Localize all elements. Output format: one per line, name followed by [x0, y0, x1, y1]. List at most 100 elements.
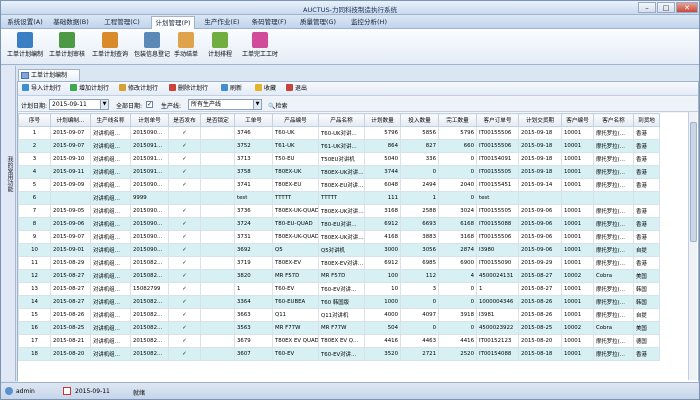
- column-header[interactable]: 计划数量: [364, 113, 401, 127]
- table-row[interactable]: 12 2015-08-27 对讲机组… 2015082… ✓ 3820 MR F57D MR …: [18, 269, 660, 283]
- column-header[interactable]: 生产线名称: [90, 113, 131, 127]
- table-row[interactable]: 5 2015-09-09 对讲机组… 2015090… ✓ 3741 T80EX-EU T80…: [18, 178, 660, 192]
- ribbon-button-0[interactable]: 工单计划编制: [4, 30, 46, 64]
- column-header[interactable]: 客户订单号: [476, 113, 519, 127]
- toolbar-button-2[interactable]: 修改计划行: [119, 84, 158, 94]
- toolbar-button-3[interactable]: 删除计划行: [169, 84, 208, 94]
- table-row[interactable]: 3 2015-09-10 对讲机组… 2015091… ✓ 3713 T50-EU T50EU…: [18, 152, 660, 166]
- column-header[interactable]: 产品编号: [272, 113, 319, 127]
- maximize-button[interactable]: □: [657, 2, 675, 13]
- menu-item-1[interactable]: 基础数据(B): [48, 17, 94, 28]
- table-row[interactable]: 9 2015-09-07 对讲机组… 2015090… ✓ 3731 T80EX-UK-QU…: [18, 230, 660, 244]
- table-cell: IT00155451: [476, 178, 519, 192]
- tab-plan-edit[interactable]: 工单计划编制: [18, 69, 80, 81]
- column-header[interactable]: 计划编制…: [50, 113, 91, 127]
- toolbar-button-5[interactable]: 收藏: [255, 84, 276, 94]
- close-button[interactable]: ✕: [676, 2, 698, 13]
- table-row[interactable]: 2 2015-09-07 对讲机组… 2015091… ✓ 3752 T61-UK T61-U…: [18, 139, 660, 153]
- table-cell: 对讲机组…: [90, 269, 131, 283]
- column-header[interactable]: 到货地: [633, 113, 660, 127]
- ribbon-button-5[interactable]: 计划排程: [201, 30, 239, 64]
- table-cell: [200, 139, 235, 153]
- table-cell: 2: [18, 139, 51, 153]
- dropdown-arrow-icon[interactable]: ▼: [253, 100, 261, 109]
- table-cell: 2015-09-01: [50, 243, 91, 257]
- menu-item-7[interactable]: 监控分析(H): [345, 17, 393, 28]
- table-cell: 5040: [364, 152, 401, 166]
- table-row[interactable]: 8 2015-09-06 对讲机组… 2015090… ✓ 3724 T80-EU-QUAD…: [18, 217, 660, 231]
- column-header[interactable]: 序号: [18, 113, 51, 127]
- column-header[interactable]: 完工数量: [438, 113, 477, 127]
- minimize-button[interactable]: –: [638, 2, 656, 13]
- table-cell: IT00154091: [476, 152, 519, 166]
- table-row[interactable]: 1 2015-09-07 对讲机组… 2015090… ✓ 3746 T60-UK T60-U…: [18, 126, 660, 140]
- table-cell: test: [234, 191, 273, 205]
- column-header[interactable]: 计划交货期: [518, 113, 562, 127]
- table-cell: [200, 347, 235, 361]
- table-cell: ✓: [168, 178, 201, 192]
- scroll-thumb[interactable]: [690, 122, 697, 242]
- table-cell: 2015-09-09: [50, 178, 91, 192]
- table-cell: 香港: [633, 347, 660, 361]
- ribbon-button-4[interactable]: 手动结单: [171, 30, 201, 64]
- ribbon-button-1[interactable]: 工单计划审核: [46, 30, 88, 64]
- toolbar-button-4[interactable]: 刷新: [221, 84, 242, 94]
- ribbon-button-2[interactable]: 工单计划查询: [89, 30, 131, 64]
- plan-grid[interactable]: 序号 计划编制… 生产线名称 计划单号 是否发布 是否锁定 工单号 产品编号 产品名称 计划数量投…: [18, 113, 698, 382]
- favorites-panel[interactable]: 我的常用功能: [1, 66, 16, 381]
- table-row[interactable]: 6 对讲机组… 9999 test TTTTT TTTTT 111 1 0 test: [18, 191, 660, 205]
- line-select[interactable]: 所有生产线 ▼: [188, 99, 262, 110]
- toolbar-button-1[interactable]: 增加计划行: [70, 84, 109, 94]
- column-header[interactable]: 产品名称: [318, 113, 365, 127]
- menu-item-3[interactable]: 计划管理(P): [151, 16, 195, 29]
- vertical-scrollbar[interactable]: [688, 112, 697, 380]
- column-header[interactable]: 客户编号: [561, 113, 594, 127]
- table-cell: T80-EU-QUAD: [272, 217, 319, 231]
- toolbar-button-6[interactable]: 退出: [286, 84, 307, 94]
- date-picker[interactable]: 2015-09-11 ▼: [49, 99, 109, 110]
- table-cell: IT00155505: [476, 204, 519, 218]
- table-row[interactable]: 4 2015-09-11 对讲机组… 2015091… ✓ 3758 T80EX-UK T80…: [18, 165, 660, 179]
- table-cell: 2015082…: [130, 347, 169, 361]
- table-cell: 对讲机组…: [90, 308, 131, 322]
- toolbar-button-0[interactable]: 导入计划行: [22, 84, 61, 94]
- table-cell: 4: [438, 269, 477, 283]
- table-cell: T80EX-UK对讲…: [318, 230, 365, 244]
- table-row[interactable]: 17 2015-08-21 对讲机组… 2015082… ✓ 3679 T80EX EV Q…: [18, 334, 660, 348]
- column-header[interactable]: 投入数量: [400, 113, 439, 127]
- table-row[interactable]: 10 2015-09-01 对讲机组… 2015090… ✓ 3692 Q5 Q5对讲机 300…: [18, 243, 660, 257]
- menu-item-5[interactable]: 条码管理(F): [248, 17, 290, 28]
- search-button[interactable]: 🔍检索: [268, 101, 288, 110]
- all-dates-checkbox[interactable]: ✓: [146, 101, 153, 108]
- table-cell: [200, 217, 235, 231]
- table-cell: 2015-08-26: [50, 308, 91, 322]
- table-cell: 对讲机组…: [90, 256, 131, 270]
- ribbon-label: 计划排程: [207, 51, 232, 58]
- table-cell: 9: [18, 230, 51, 244]
- line-value: 所有生产线: [191, 101, 222, 108]
- table-row[interactable]: 18 2015-08-20 对讲机组… 2015082… ✓ 3607 T60-EV T60-…: [18, 347, 660, 361]
- table-row[interactable]: 14 2015-08-27 对讲机组… 2015082… ✓ 3364 T60-EUBEA T…: [18, 295, 660, 309]
- table-cell: 15: [18, 308, 51, 322]
- table-row[interactable]: 16 2015-08-25 对讲机组… 2015082… ✓ 3563 MR F77W MR …: [18, 321, 660, 335]
- column-header[interactable]: 计划单号: [130, 113, 169, 127]
- column-header[interactable]: 工单号: [234, 113, 273, 127]
- ribbon-button-3[interactable]: 包装信息登记: [131, 30, 173, 64]
- table-cell: 3746: [234, 126, 273, 140]
- ribbon-button-6[interactable]: 工单完工工时: [239, 30, 281, 64]
- table-cell: [518, 191, 562, 205]
- table-cell: [200, 191, 235, 205]
- column-header[interactable]: 是否发布: [168, 113, 201, 127]
- table-row[interactable]: 7 2015-09-05 对讲机组… 2015090… ✓ 3736 T80EX-UK-QU…: [18, 204, 660, 218]
- column-header[interactable]: 客户名称: [593, 113, 634, 127]
- menu-item-6[interactable]: 质量管理(G): [294, 17, 342, 28]
- table-row[interactable]: 13 2015-08-27 对讲机组… 15082799 ✓ 1 T60-EV T60-EV对…: [18, 282, 660, 296]
- column-header[interactable]: 是否锁定: [200, 113, 235, 127]
- table-row[interactable]: 15 2015-08-26 对讲机组… 2015082… ✓ 3663 Q11 Q11对讲机 4…: [18, 308, 660, 322]
- menu-item-4[interactable]: 生产作业(E): [201, 17, 243, 28]
- dropdown-arrow-icon[interactable]: ▼: [100, 100, 108, 109]
- table-row[interactable]: 11 2015-08-29 对讲机组… 2015082… ✓ 3719 T80EX-EV T8…: [18, 256, 660, 270]
- table-cell: 香港: [633, 204, 660, 218]
- menu-item-0[interactable]: 系统设置(A): [4, 17, 46, 28]
- menu-item-2[interactable]: 工程管理(C): [98, 17, 146, 28]
